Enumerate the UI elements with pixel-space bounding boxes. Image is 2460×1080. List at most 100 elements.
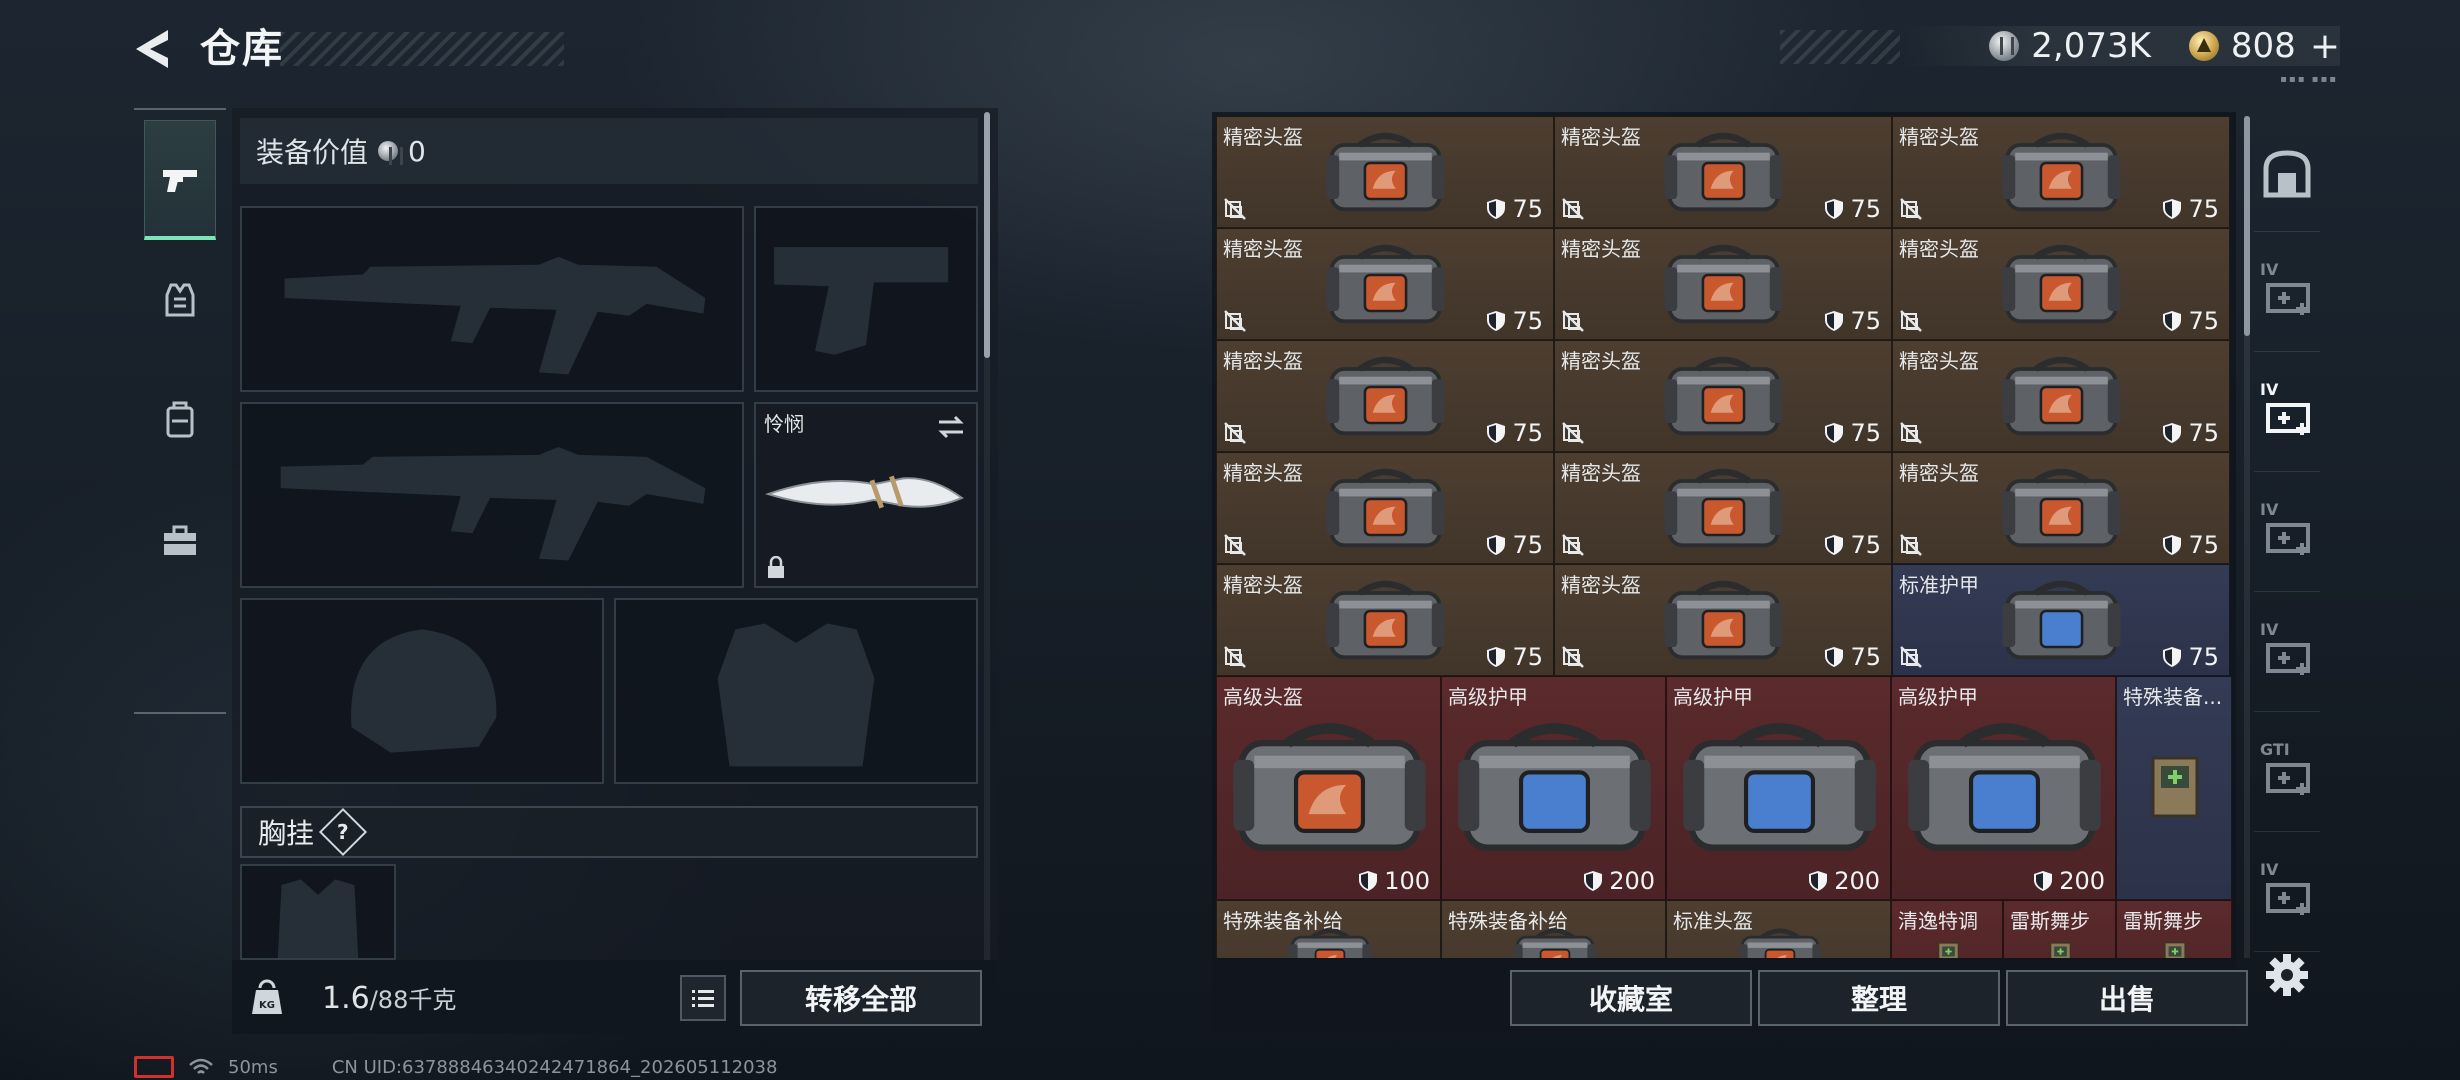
collection-room-button[interactable]: 收藏室: [1510, 970, 1752, 1026]
storage-item[interactable]: 高级护甲 200: [1891, 676, 2116, 900]
armor-value: 75: [1485, 531, 1543, 559]
side-tab-6[interactable]: GTI: [2254, 716, 2320, 832]
armor-value-number: 75: [2188, 643, 2219, 671]
storage-item[interactable]: 特殊装备补给: [1441, 900, 1666, 958]
supply-kit-icon: [2152, 911, 2198, 958]
armor-value: 75: [1823, 419, 1881, 447]
storage-item[interactable]: 高级护甲 200: [1441, 676, 1666, 900]
settings-gear-icon[interactable]: [2262, 950, 2312, 1000]
storage-item[interactable]: 清逸特调: [1891, 900, 2003, 958]
side-tab-1[interactable]: [2254, 116, 2320, 232]
side-tab-label: IV: [2260, 500, 2279, 519]
transfer-all-button[interactable]: 转移全部: [740, 970, 982, 1026]
side-tab-5[interactable]: IV: [2254, 596, 2320, 712]
equipment-value-label: 装备价值: [256, 136, 369, 169]
armor-value-number: 75: [2188, 531, 2219, 559]
item-name: 标准护甲: [1899, 573, 1979, 597]
silver-coin-icon: [1989, 31, 2020, 61]
equipment-bag-icon: [1656, 239, 1791, 329]
storage-item[interactable]: 精密头盔 75: [1554, 116, 1892, 228]
item-name: 精密头盔: [1899, 461, 1979, 485]
organize-button[interactable]: 整理: [1758, 970, 2000, 1026]
armor-value: 75: [1823, 195, 1881, 223]
back-button[interactable]: [128, 24, 178, 74]
storage-item[interactable]: 精密头盔 75: [1554, 452, 1892, 564]
primary-weapon-slot[interactable]: [240, 206, 744, 392]
sell-button[interactable]: 出售: [2006, 970, 2248, 1026]
silver-coin-icon: [378, 141, 404, 165]
armor-value-number: 75: [1512, 195, 1543, 223]
no-trade-icon: [1223, 197, 1247, 221]
side-tab-2[interactable]: IV: [2254, 236, 2320, 352]
armor-vest-icon: [165, 283, 195, 317]
side-tab-3[interactable]: IV: [2254, 356, 2320, 472]
secondary-weapon-slot[interactable]: [240, 402, 744, 588]
status-bar: 50ms CN UID:6378884634024247186​4_202605…: [134, 1054, 777, 1080]
rifle-silhouette-icon: [284, 256, 706, 375]
storage-item[interactable]: 精密头盔 75: [1216, 228, 1554, 340]
storage-item[interactable]: 雷斯舞步: [2116, 900, 2232, 958]
storage-item[interactable]: 精密头盔 75: [1216, 116, 1554, 228]
equipment-bag-icon: [1318, 127, 1453, 217]
storage-grid: 精密头盔 75 精密头盔 75 精密头盔 75 精密头盔 75 精密头盔 75 精密头盔 75 精密头盔…: [1216, 116, 2232, 958]
storage-item[interactable]: 精密头盔 75: [1892, 228, 2230, 340]
list-view-button[interactable]: [680, 975, 726, 1021]
storage-item[interactable]: 精密头盔 75: [1216, 452, 1554, 564]
rail-tab-tools[interactable]: [144, 480, 216, 600]
armor-value: 75: [2161, 643, 2219, 671]
sidearm-slot[interactable]: [754, 206, 978, 392]
storage-item[interactable]: 精密头盔 75: [1554, 228, 1892, 340]
equipment-scrollbar[interactable]: [984, 112, 990, 358]
armor-value: 75: [1485, 643, 1543, 671]
side-tab-7[interactable]: IV: [2254, 836, 2320, 952]
armor-value: 75: [2161, 307, 2219, 335]
wifi-icon: [189, 1058, 213, 1074]
storage-item[interactable]: 高级护甲 200: [1666, 676, 1891, 900]
chest-rig-header: 胸挂 ?: [240, 806, 978, 858]
storage-item[interactable]: 标准护甲 75: [1892, 564, 2230, 676]
item-name: 精密头盔: [1223, 461, 1303, 485]
helmet-slot[interactable]: [240, 598, 604, 784]
armor-value-number: 75: [1850, 643, 1881, 671]
storage-item[interactable]: 精密头盔 75: [1892, 116, 2230, 228]
item-name: 精密头盔: [1561, 125, 1641, 149]
item-name: 高级护甲: [1448, 685, 1528, 709]
armor-value-number: 75: [1512, 531, 1543, 559]
storage-item[interactable]: 精密头盔 75: [1554, 340, 1892, 452]
storage-item[interactable]: 标准头盔: [1666, 900, 1891, 958]
add-currency-button[interactable]: +: [2310, 26, 2340, 67]
help-icon[interactable]: ?: [318, 807, 368, 857]
shield-icon: [1357, 870, 1379, 892]
storage-item[interactable]: 精密头盔 75: [1554, 564, 1892, 676]
rail-tab-armor[interactable]: [144, 240, 216, 360]
storage-item[interactable]: 雷斯舞步: [2003, 900, 2116, 958]
storage-item[interactable]: 特殊装备...: [2116, 676, 2232, 900]
storage-item[interactable]: 精密头盔 75: [1892, 340, 2230, 452]
side-tab-4[interactable]: IV: [2254, 476, 2320, 592]
armor-value: 75: [2161, 419, 2219, 447]
melee-slot[interactable]: 怜悯: [754, 402, 978, 588]
storage-item[interactable]: 精密头盔 75: [1216, 340, 1554, 452]
storage-item[interactable]: 精密头盔 75: [1892, 452, 2230, 564]
item-name: 精密头盔: [1899, 125, 1979, 149]
no-trade-icon: [1223, 309, 1247, 333]
equipment-bag-icon: [1994, 351, 2129, 441]
storage-item[interactable]: 高级头盔 100: [1216, 676, 1441, 900]
chest-rig-slot[interactable]: [240, 864, 396, 960]
shield-icon: [1485, 646, 1507, 668]
supply-kit-icon: [2038, 911, 2083, 958]
item-name: 精密头盔: [1223, 349, 1303, 373]
storage-scrollbar[interactable]: [2244, 116, 2250, 336]
rail-tab-backpack[interactable]: [144, 360, 216, 480]
body-armor-slot[interactable]: [614, 598, 978, 784]
armor-value-number: 75: [2188, 419, 2219, 447]
shield-icon: [1823, 646, 1845, 668]
storage-item[interactable]: 精密头盔 75: [1216, 564, 1554, 676]
armor-value-number: 75: [1512, 419, 1543, 447]
rail-tab-weapons[interactable]: [144, 120, 216, 240]
storage-item[interactable]: 特殊装备补给: [1216, 900, 1441, 958]
carry-weight-max: /88千克: [369, 986, 457, 1014]
backpack-icon: [166, 401, 194, 438]
armor-value-number: 75: [1850, 419, 1881, 447]
equipment-bag-icon: [1510, 911, 1600, 958]
